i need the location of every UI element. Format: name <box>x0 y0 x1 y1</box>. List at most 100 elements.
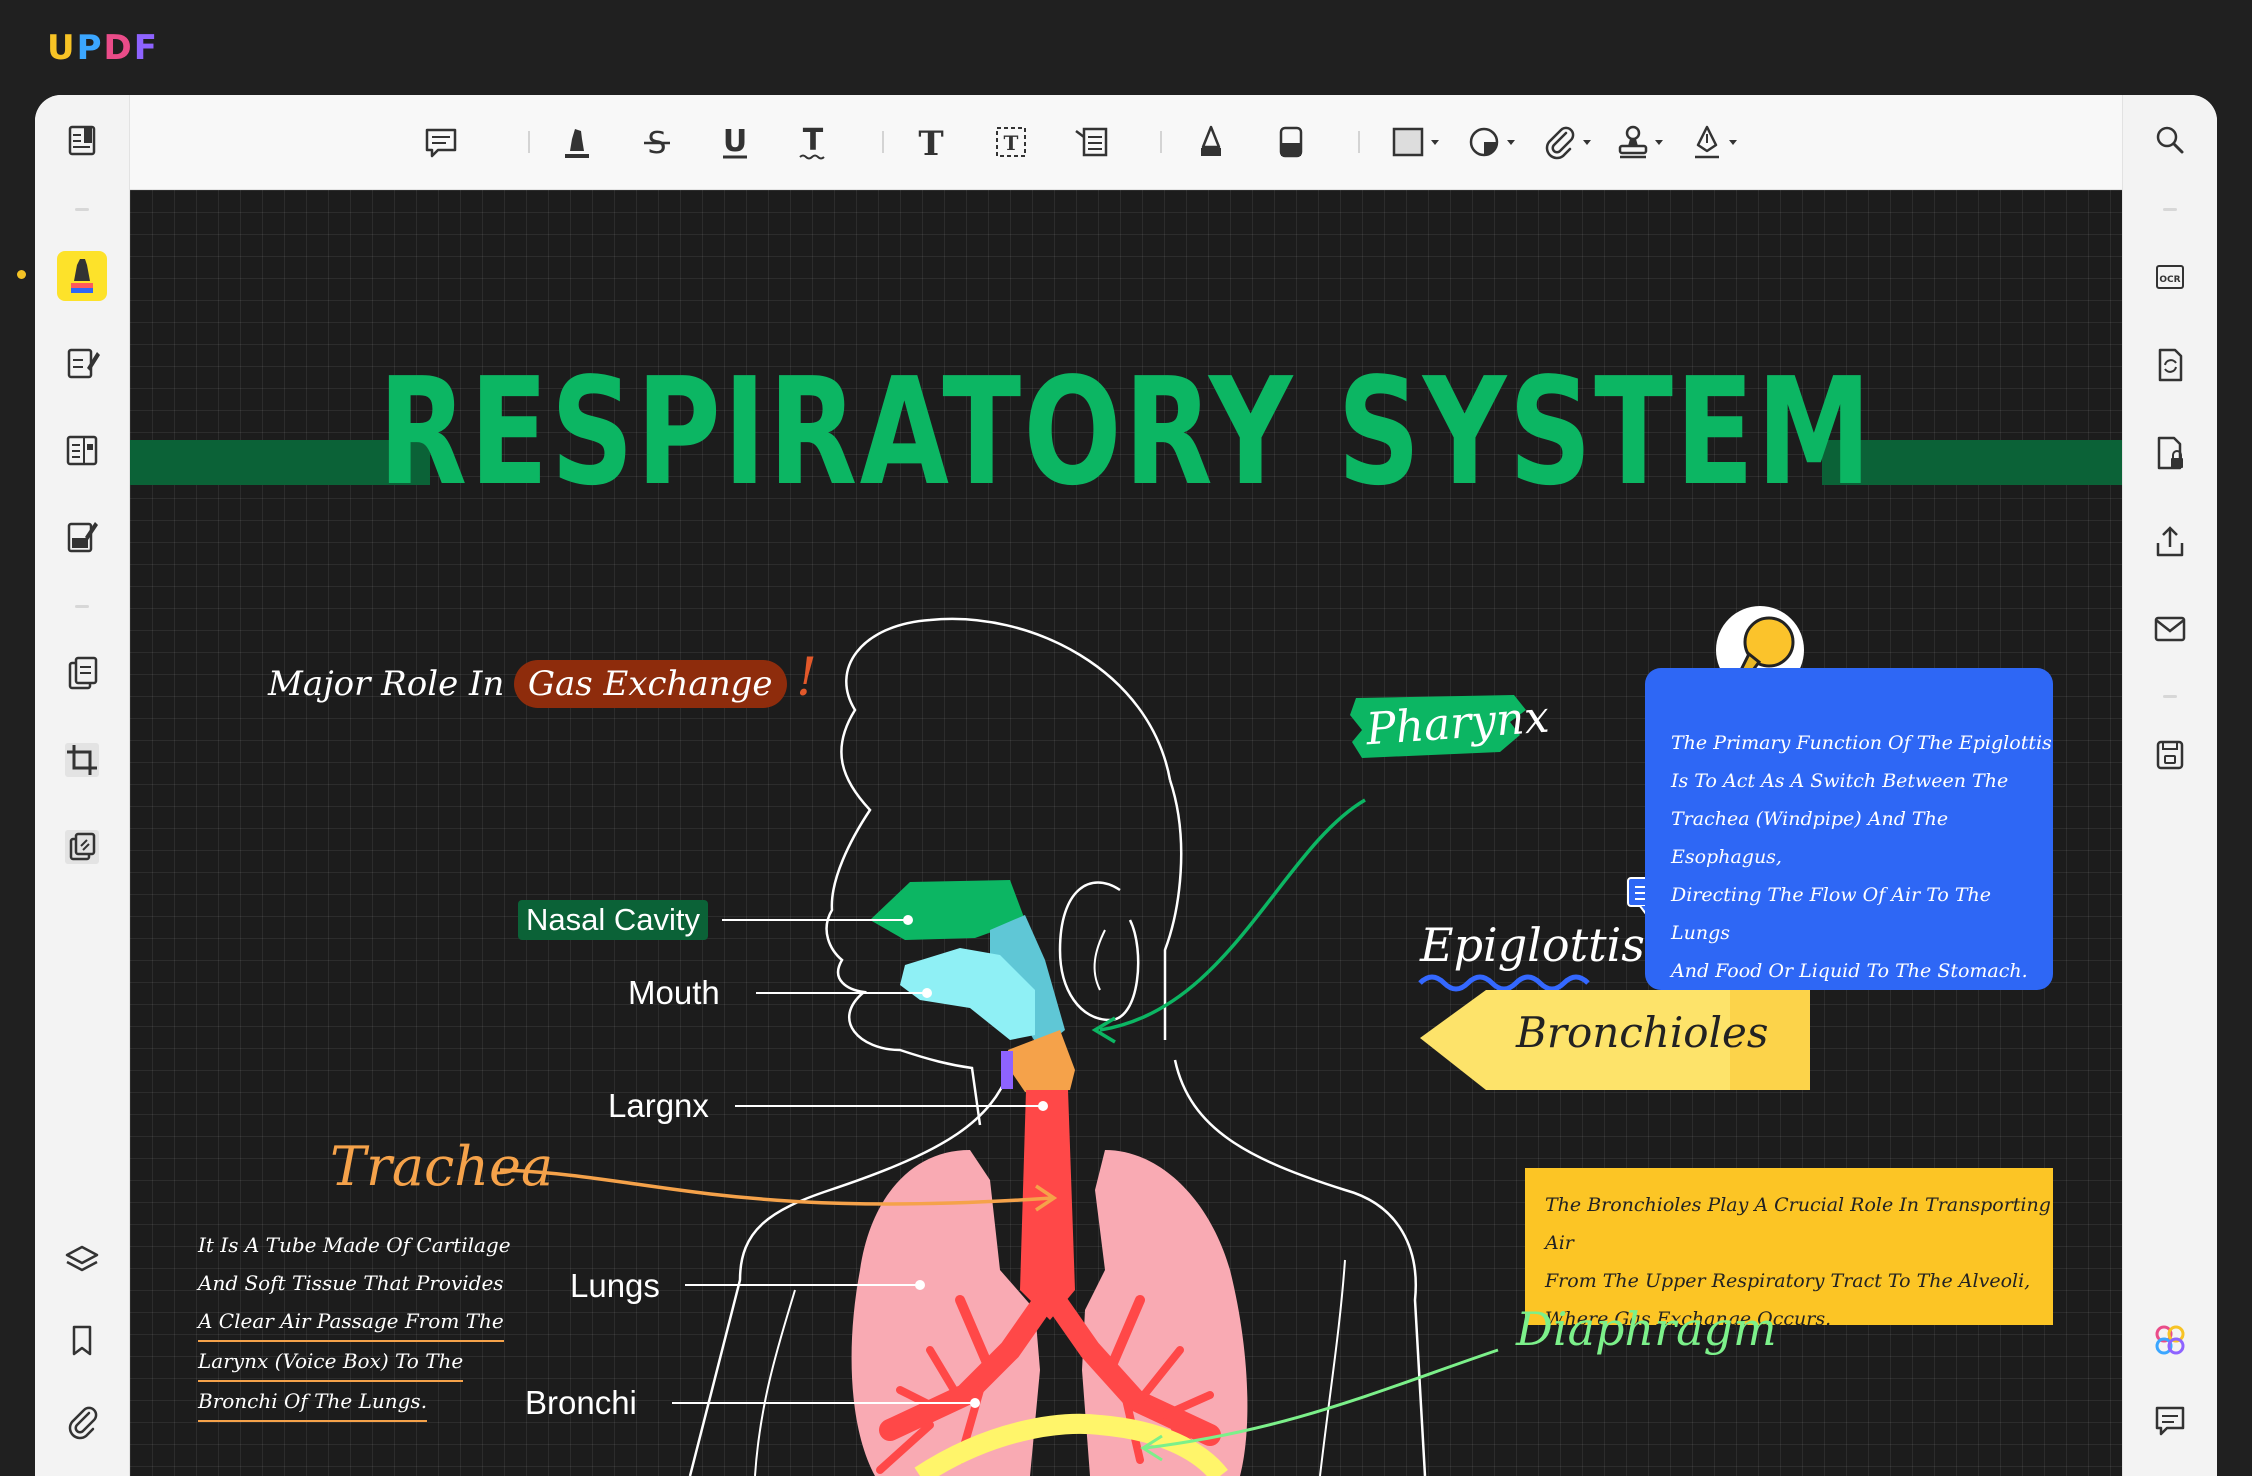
text-callout-button[interactable] <box>1066 117 1116 167</box>
label-nasal-cavity: Nasal Cavity <box>518 900 708 940</box>
save-button[interactable] <box>2145 730 2195 780</box>
strikethrough-button[interactable]: S <box>632 117 682 167</box>
bronchioles-note-line: The Bronchioles Play A Crucial Role In T… <box>1545 1194 2051 1254</box>
svg-text:T: T <box>1004 131 1019 155</box>
convert-button[interactable] <box>57 822 107 872</box>
eraser-icon <box>1279 126 1303 158</box>
head-outline <box>825 617 1172 1126</box>
squiggly-button[interactable]: T <box>788 117 838 167</box>
text-icon: T <box>918 124 943 164</box>
shape-dropdown[interactable] <box>1460 117 1530 167</box>
toolbar-divider <box>1358 131 1360 153</box>
organize-pages-button[interactable] <box>57 425 107 475</box>
right-sidebar: OCR <box>2122 95 2217 1476</box>
mail-icon <box>2154 616 2186 642</box>
signature-icon <box>1695 125 1737 159</box>
epiglottis-note-line: Is To Act As A Switch Between The <box>1671 770 2009 792</box>
highlight-icon <box>565 129 589 158</box>
bookmark-button[interactable] <box>57 1315 107 1365</box>
attachment-icon <box>1545 126 1591 160</box>
trachea-note-line: And Soft Tissue That Provides <box>198 1271 504 1295</box>
share-button[interactable] <box>2145 516 2195 566</box>
svg-text:OCR: OCR <box>2159 275 2180 285</box>
toolbar-divider <box>528 131 530 153</box>
layers-button[interactable] <box>57 1235 107 1285</box>
search-button[interactable] <box>2145 115 2195 165</box>
text-button[interactable]: T <box>906 117 956 167</box>
logo-letter-u: U <box>47 28 77 68</box>
comment-mode-button[interactable] <box>57 251 107 301</box>
logo-letter-f: F <box>133 28 159 68</box>
sidebar-divider <box>2163 695 2177 698</box>
logo-letter-p: P <box>76 28 104 68</box>
label-lungs: Lungs <box>570 1267 660 1304</box>
attachments-button[interactable] <box>57 1395 107 1445</box>
underline-icon: U <box>723 124 747 159</box>
ear-inner <box>1093 929 1106 991</box>
highlight-button[interactable] <box>552 117 602 167</box>
rectangle-dropdown[interactable] <box>1384 117 1454 167</box>
trachea-shape <box>1020 1090 1075 1320</box>
bookmark-icon <box>72 1325 92 1356</box>
search-icon <box>2156 126 2184 154</box>
stamp-icon <box>1618 125 1663 159</box>
bronchioles-note-line: From The Upper Respiratory Tract To The … <box>1545 1270 2031 1292</box>
comments-list-button[interactable] <box>2145 1395 2195 1445</box>
app-window: S U T T T OCR RESPIRATORY SYSTEM Major R… <box>35 95 2217 1476</box>
active-mode-indicator <box>17 270 26 279</box>
ear <box>1058 881 1140 1022</box>
label-trachea: Trachea <box>330 1135 554 1198</box>
signature-dropdown[interactable] <box>1682 117 1752 167</box>
email-button[interactable] <box>2145 604 2195 654</box>
edit-pdf-button[interactable] <box>57 338 107 388</box>
fill-sign-button[interactable] <box>57 512 107 562</box>
toolbar-divider <box>1160 131 1162 153</box>
underline-button[interactable]: U <box>710 117 760 167</box>
svg-text:T: T <box>918 124 943 164</box>
pharynx-arrow <box>1099 798 1366 1032</box>
sidebar-divider <box>75 605 89 608</box>
protect-button[interactable] <box>2145 428 2195 478</box>
trachea-note-line: A Clear Air Passage From The <box>198 1302 504 1342</box>
share-icon <box>2156 526 2184 557</box>
toolbar-divider <box>882 131 884 153</box>
epiglottis-note: The Primary Function Of The Epiglottis I… <box>1645 668 2053 990</box>
attachment-dropdown[interactable] <box>1536 117 1606 167</box>
epiglottis-note-line: The Primary Function Of The Epiglottis <box>1671 732 2052 754</box>
reader-mode-button[interactable] <box>57 115 107 165</box>
svg-text:U: U <box>723 124 747 159</box>
sticky-note-button[interactable] <box>416 117 466 167</box>
label-bronchi: Bronchi <box>525 1384 637 1421</box>
strikethrough-icon: S <box>644 126 670 161</box>
pencil-button[interactable] <box>1186 117 1236 167</box>
squiggly-icon: T <box>799 123 825 160</box>
updf-logo: UPDF <box>47 28 159 68</box>
textbox-button[interactable]: T <box>986 117 1036 167</box>
crop-button[interactable] <box>57 735 107 785</box>
arm-right <box>1319 1259 1346 1476</box>
form-icon <box>67 522 98 553</box>
convert-pdf-button[interactable] <box>2145 340 2195 390</box>
organize-icon <box>66 435 98 466</box>
annotation-toolbar: S U T T T <box>130 95 2122 190</box>
lock-file-icon <box>2157 436 2183 470</box>
document-canvas[interactable]: RESPIRATORY SYSTEM Major Role In Gas Exc… <box>130 190 2122 1476</box>
highlighter-icon <box>71 259 93 293</box>
paperclip-icon <box>68 1406 98 1440</box>
ocr-button[interactable]: OCR <box>2145 252 2195 302</box>
comment-list-icon <box>2155 1406 2185 1436</box>
layers-icon <box>65 1245 99 1272</box>
larynx-shape <box>1008 1030 1075 1092</box>
logo-letter-d: D <box>103 28 134 68</box>
eraser-button[interactable] <box>1266 117 1316 167</box>
pages-button[interactable] <box>57 648 107 698</box>
label-bronchioles: Bronchioles <box>1516 1008 1769 1057</box>
label-mouth: Mouth <box>628 974 720 1011</box>
epiglottis-underline <box>1418 974 1590 992</box>
ai-assistant-button[interactable] <box>2145 1315 2195 1365</box>
label-larynx: Largnx <box>608 1087 709 1124</box>
label-diaphragm: Diaphragm <box>1516 1302 1777 1356</box>
left-sidebar <box>35 95 130 1476</box>
stamp-dropdown[interactable] <box>1608 117 1678 167</box>
convert-icon <box>65 830 99 864</box>
